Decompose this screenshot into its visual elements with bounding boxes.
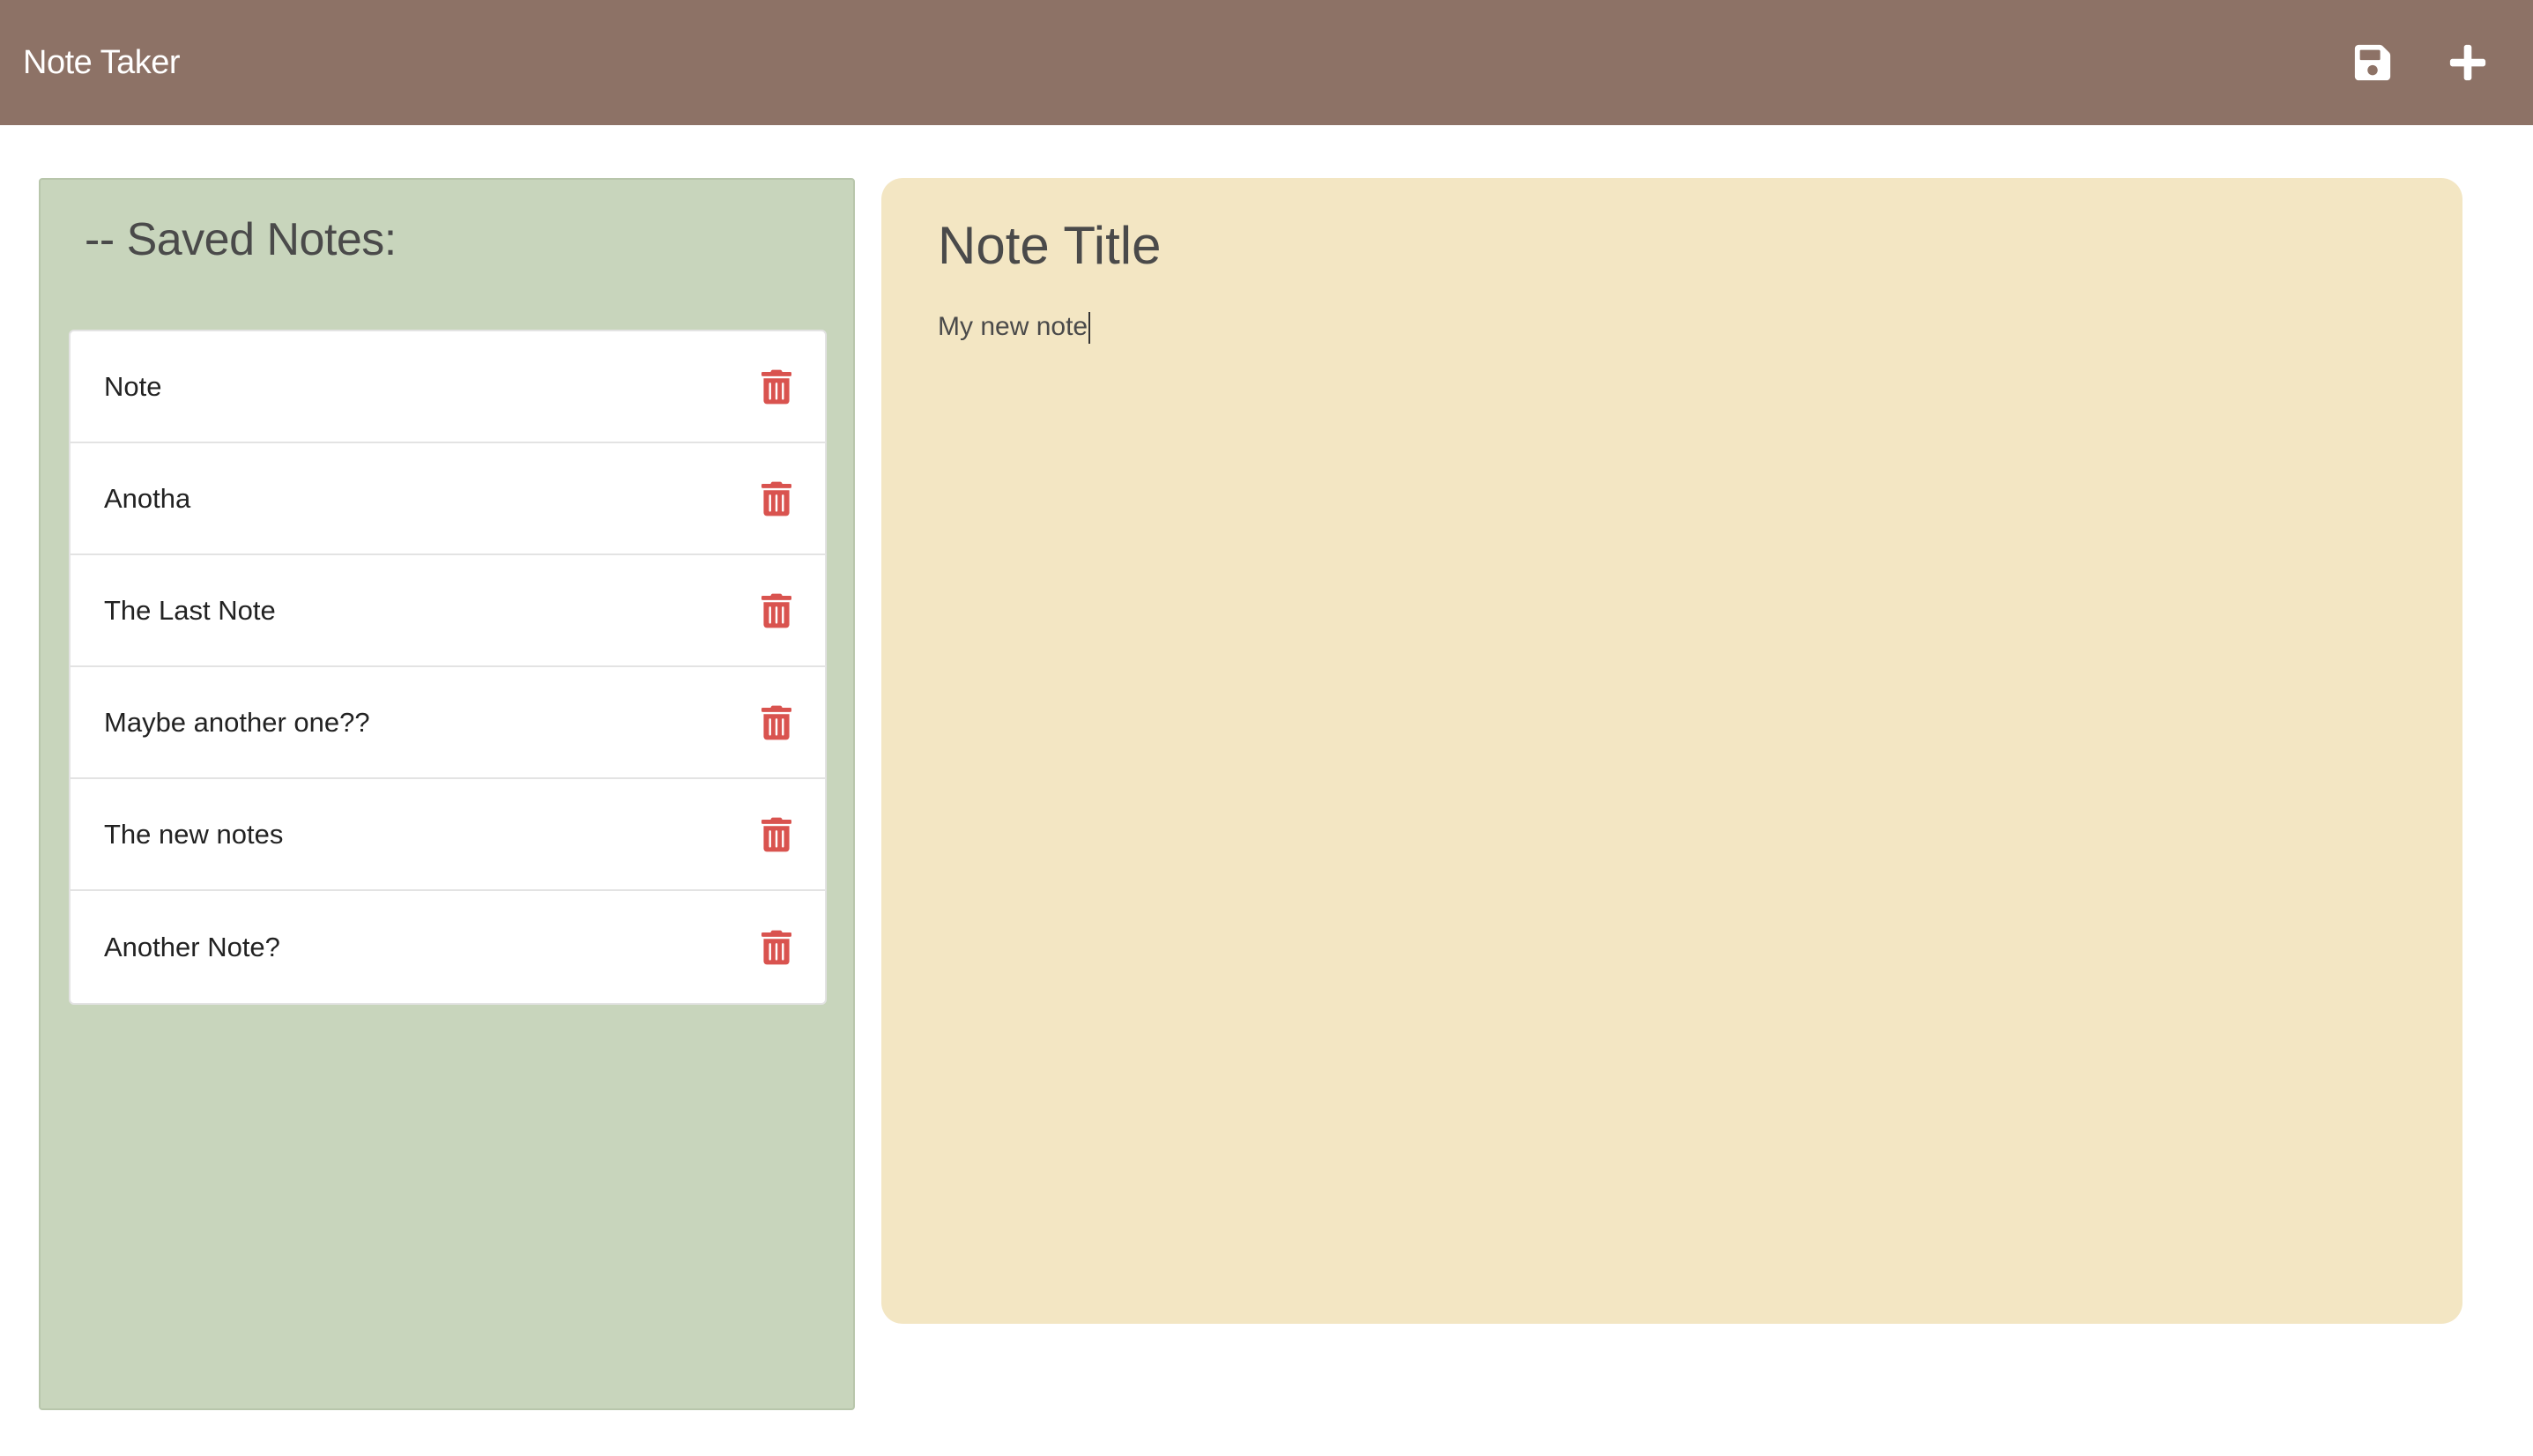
delete-note-button[interactable]	[761, 817, 791, 852]
trash-icon	[761, 817, 791, 851]
note-editor: My new note	[881, 178, 2462, 1324]
save-note-button[interactable]	[2350, 40, 2396, 85]
navbar: Note Taker	[0, 0, 2533, 125]
note-list-item[interactable]: The Last Note	[71, 555, 825, 667]
note-list-item-label: Anotha	[104, 482, 191, 514]
app-title[interactable]: Note Taker	[23, 44, 181, 82]
delete-note-button[interactable]	[761, 705, 791, 740]
save-icon	[2354, 44, 2391, 81]
plus-icon	[2449, 44, 2486, 81]
note-list-item[interactable]: The new notes	[71, 779, 825, 891]
saved-notes-title: -- Saved Notes:	[85, 214, 397, 265]
trash-icon	[761, 593, 791, 628]
note-list-item[interactable]: Maybe another one??	[71, 667, 825, 779]
nav-actions	[2350, 40, 2510, 85]
trash-icon	[761, 705, 791, 739]
note-list: Note Anotha The Last Note Maybe another one…	[69, 330, 827, 1005]
note-list-item-label: The Last Note	[104, 594, 276, 626]
delete-note-button[interactable]	[761, 369, 791, 405]
text-caret	[1088, 312, 1091, 345]
trash-icon	[761, 481, 791, 516]
delete-note-button[interactable]	[761, 593, 791, 628]
note-list-item-label: The new notes	[104, 818, 284, 850]
note-text-value: My new note	[938, 312, 1088, 341]
note-list-item[interactable]: Note	[71, 331, 825, 443]
note-list-item-label: Another Note?	[104, 931, 280, 962]
note-list-item[interactable]: Anotha	[71, 443, 825, 555]
new-note-button[interactable]	[2445, 40, 2491, 85]
note-list-item-label: Maybe another one??	[104, 706, 370, 738]
delete-note-button[interactable]	[761, 481, 791, 516]
note-list-item[interactable]: Another Note?	[71, 891, 825, 1003]
trash-icon	[761, 369, 791, 404]
note-text-area[interactable]: My new note	[938, 312, 1091, 345]
delete-note-button[interactable]	[761, 930, 791, 965]
note-list-item-label: Note	[104, 370, 162, 402]
trash-icon	[761, 930, 791, 964]
note-title-input[interactable]	[938, 210, 2401, 280]
saved-notes-panel: -- Saved Notes: Note Anotha The Last Note M…	[39, 178, 855, 1410]
